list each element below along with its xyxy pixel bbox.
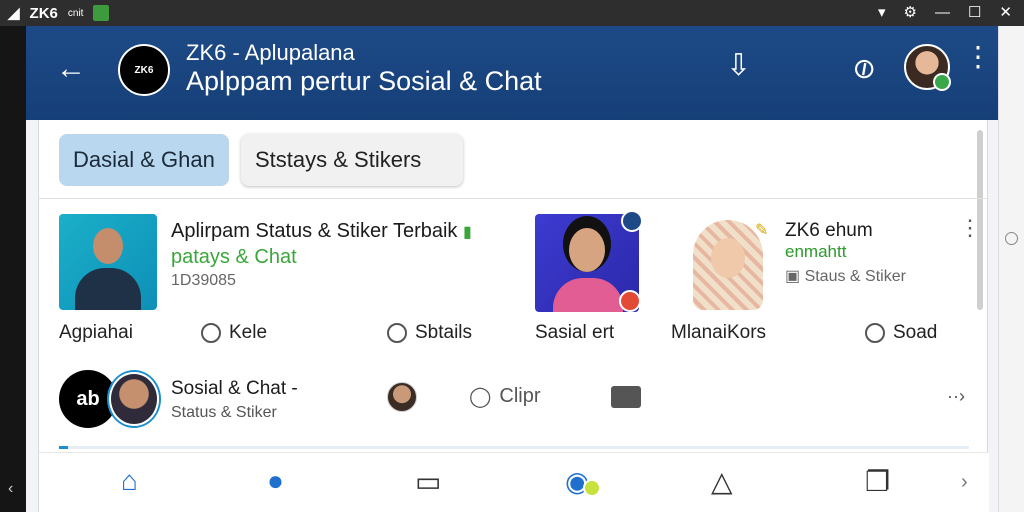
row1-subtitle: patays & Chat	[171, 246, 297, 268]
notification-badge	[619, 290, 641, 312]
right-rail	[998, 26, 1024, 512]
row4-title: Sosial & Chat -	[171, 378, 298, 399]
info-icon	[865, 323, 885, 343]
action-agpiahai[interactable]: Agpiahai	[59, 322, 133, 344]
profile-photo-1[interactable]	[59, 214, 157, 310]
image-icon[interactable]	[611, 386, 641, 408]
app-logo: ZK6	[118, 44, 170, 96]
action-kele[interactable]: Kele	[201, 322, 267, 344]
status-left: ◢ ZK6 cnit	[8, 4, 110, 22]
clock-icon	[201, 323, 221, 343]
row4-subtitle: Status & Stiker	[171, 404, 277, 421]
system-status-bar: ◢ ZK6 cnit ▾ ⚙ — ☐ ✕	[0, 0, 1024, 26]
wifi-icon: ▾	[877, 4, 886, 21]
chevron-left-icon[interactable]: ‹	[8, 480, 13, 498]
row3-subtitle: enmahtt	[785, 242, 847, 261]
maximize-icon[interactable]: ☐	[968, 3, 981, 21]
user-avatar[interactable]	[904, 44, 951, 91]
row2-caption: Sasial ert	[535, 322, 615, 343]
progress-bar	[59, 446, 969, 449]
status-sub: cnit	[67, 7, 84, 19]
signal-icon: ◢	[8, 5, 20, 22]
chevron-right-icon[interactable]: ›	[961, 471, 968, 494]
pin-icon: ✎	[755, 222, 769, 239]
bag-icon[interactable]: △	[711, 465, 733, 498]
member-avatar[interactable]	[109, 372, 159, 426]
header-title: ZK6 - Aplupalana	[186, 40, 355, 65]
link-icon[interactable]: ⊘	[845, 48, 883, 88]
chat-icon[interactable]: ◉	[565, 465, 601, 498]
back-arrow-icon[interactable]: ←	[56, 52, 86, 86]
tab-dasial-ghan[interactable]: Dasial & Ghan	[59, 134, 229, 186]
status-right: ▾ ⚙ — ☐ ✕	[877, 3, 1012, 22]
online-badge	[933, 73, 951, 91]
mini-avatar[interactable]	[387, 382, 417, 412]
clip-button[interactable]: ◯ Clipr	[469, 384, 541, 409]
monitor-icon[interactable]: ▭	[415, 465, 441, 498]
person-icon[interactable]: ●	[267, 465, 284, 497]
app-window: ← ZK6 ZK6 - Aplupalana Aplppam pertur So…	[26, 26, 998, 512]
chat-badge	[583, 479, 601, 497]
more-vert-icon[interactable]: ⋮	[964, 43, 992, 71]
clock-icon	[387, 323, 407, 343]
progress-fill	[59, 446, 69, 449]
copy-icon[interactable]: ❐	[865, 465, 890, 498]
download-icon[interactable]: ⇩	[726, 48, 751, 83]
action-soad[interactable]: Soad	[865, 322, 937, 344]
row3-meta: ▣ Staus & Stiker	[785, 268, 906, 285]
settings-icon: ⚙	[903, 4, 917, 21]
arrow-right-icon[interactable]: ··›	[947, 386, 965, 407]
chat-bubble-icon: ◯	[469, 386, 492, 408]
app-header: ← ZK6 ZK6 - Aplupalana Aplppam pertur So…	[26, 26, 998, 120]
header-subtitle: Aplppam pertur Sosial & Chat	[186, 66, 542, 96]
app-badge-icon	[93, 5, 110, 21]
action-sbtails[interactable]: Sbtails	[387, 322, 472, 344]
status-app-name: ZK6	[29, 4, 58, 22]
row1-title: Aplirpam Status & Stiker Terbaik ▮	[171, 220, 472, 242]
tab-ststays-stikers[interactable]: Ststays & Stikers	[241, 134, 463, 186]
row3-title: ZK6 ehum	[785, 220, 873, 241]
home-icon[interactable]: ⌂	[121, 465, 138, 497]
tab-divider	[39, 198, 989, 199]
badge-icon	[621, 210, 643, 232]
close-icon[interactable]: ✕	[999, 3, 1012, 21]
bottom-nav: ⌂ ● ▭ ◉ △ ❐ ›	[39, 452, 989, 512]
row1-number: 1D39085	[171, 272, 236, 289]
circle-icon[interactable]	[1005, 232, 1018, 245]
tag-icon: ▮	[462, 224, 472, 241]
more-vert-icon[interactable]: ⋮	[959, 217, 981, 239]
action-mlanaikors[interactable]: MlanaiKors	[671, 322, 766, 344]
minimize-icon[interactable]: —	[935, 4, 950, 21]
left-rail: ‹	[0, 26, 26, 512]
content-card: Dasial & Ghan Ststays & Stikers Aplirpam…	[38, 120, 989, 512]
